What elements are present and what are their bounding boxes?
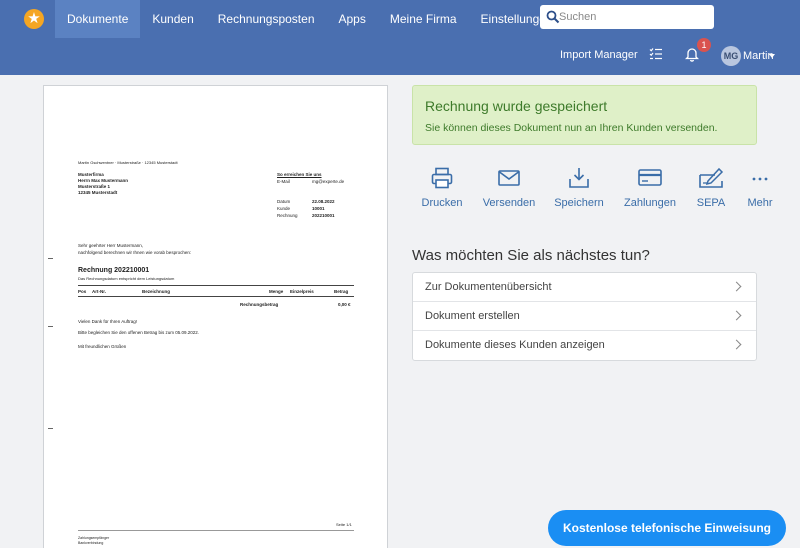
next-item-label: Dokument erstellen [425,310,520,322]
footer-line: Bankverbindung [78,541,104,545]
email-value: mg@experte.de [312,179,345,184]
top-bar: ★ Dokumente Kunden Rechnungsposten Apps … [0,0,800,75]
column-header: Bezeichnung [142,289,171,294]
more-icon [752,177,768,181]
total-value: 0,00 € [338,302,351,307]
alert-text: Sie können dieses Dokument nun an Ihren … [425,122,718,134]
tasks-icon[interactable] [649,47,663,61]
send-label: Versenden [482,197,536,209]
next-steps-list: Zur Dokumentenübersicht Dokument erstell… [412,272,757,361]
sepa-button[interactable]: SEPA [692,166,730,214]
invoice-title: Rechnung 202210001 [78,267,150,274]
import-manager-link[interactable]: Import Manager [560,49,638,61]
next-item-label: Zur Dokumentenübersicht [425,281,552,293]
meta-value: 10001 [312,206,325,211]
invoice-subtitle: Das Rechnungsdatum entspricht dem Leistu… [78,276,175,281]
meta-label: Kunde [277,206,291,211]
alert-title: Rechnung wurde gespeichert [425,98,608,114]
printer-icon [431,167,453,189]
search-icon [546,10,560,24]
next-item-label: Dokumente dieses Kunden anzeigen [425,339,605,351]
notification-badge: 1 [697,38,711,52]
main-nav: Dokumente Kunden Rechnungsposten Apps Me… [55,0,619,38]
meta-value: 22.08.2022 [312,199,335,204]
sender-line: Martin Gschwentner · Musterstraße · 1234… [78,160,178,165]
next-item-dokumentenuebersicht[interactable]: Zur Dokumentenübersicht [413,273,756,302]
send-button[interactable]: Versenden [481,166,537,214]
meta-label: Datum [277,199,291,204]
recipient-line: Musterfirma [78,172,104,177]
fold-mark [48,428,53,429]
search-input[interactable] [559,7,709,27]
divider [78,530,354,531]
recipient-line: Herrn Max Mustermann [78,178,129,183]
more-label: Mehr [747,197,773,209]
document-preview: Martin Gschwentner · Musterstraße · 1234… [43,85,388,548]
next-item-dokument-erstellen[interactable]: Dokument erstellen [413,302,756,331]
bell-icon[interactable] [685,47,699,62]
meta-label: Rechnung [277,213,298,218]
thanks-text: Vielen Dank für Ihren Auftrag! [78,319,137,324]
column-header: Einzelpreis [290,289,314,294]
success-alert: Rechnung wurde gespeichert Sie können di… [412,85,757,145]
divider [78,285,354,286]
chevron-down-icon[interactable] [769,54,775,58]
column-header: Art-Nr. [92,289,107,294]
credit-card-icon [638,169,662,186]
download-icon [569,168,589,188]
punch-mark [48,326,53,327]
chevron-right-icon [731,281,742,292]
column-header: Betrag [334,289,349,294]
contact-heading: So erreichen Sie uns [277,172,322,177]
search-box [540,5,714,29]
closing-text: Mit freundlichen Grüßen [78,344,127,349]
print-button[interactable]: Drucken [418,166,466,214]
save-label: Speichern [554,197,604,209]
recipient-line: Musterstraße 1 [78,184,111,189]
column-header: Menge [269,289,284,294]
page-number: Seite 1/1 [336,522,352,527]
email-label: E-Mail [277,179,290,184]
avatar[interactable]: MG [721,46,741,66]
payments-button[interactable]: Zahlungen [623,166,677,214]
nav-item-meine-firma[interactable]: Meine Firma [378,0,469,38]
sepa-label: SEPA [696,197,726,209]
divider [78,296,354,297]
column-header: Pos [78,289,87,294]
star-logo-icon[interactable]: ★ [24,9,44,29]
nav-item-rechnungsposten[interactable]: Rechnungsposten [206,0,327,38]
more-button[interactable]: Mehr [744,166,776,214]
nav-item-apps[interactable]: Apps [327,0,378,38]
chevron-right-icon [731,310,742,321]
fold-mark [48,258,53,259]
print-label: Drucken [421,197,463,209]
salutation: Sehr geehrter Herr Mustermann, [78,243,144,248]
phone-onboarding-button[interactable]: Kostenlose telefonische Einweisung [548,510,786,546]
payment-note: Bitte begleichen Sie den offenen Betrag … [78,330,200,335]
envelope-icon [498,170,520,186]
nav-item-kunden[interactable]: Kunden [140,0,205,38]
meta-value: 202210001 [312,213,335,218]
recipient-line: 12345 Musterstadt [78,190,118,195]
chevron-right-icon [731,339,742,350]
check-icon [699,167,724,188]
next-steps-title: Was möchten Sie als nächstes tun? [412,247,650,264]
intro-text: nachfolgend berechnen wir Ihnen wie vora… [78,250,192,255]
payments-label: Zahlungen [624,197,676,209]
next-item-kunden-dokumente[interactable]: Dokumente dieses Kunden anzeigen [413,331,756,360]
nav-item-dokumente[interactable]: Dokumente [55,0,141,38]
save-button[interactable]: Speichern [552,166,606,214]
total-label: Rechnungsbetrag [240,302,279,307]
